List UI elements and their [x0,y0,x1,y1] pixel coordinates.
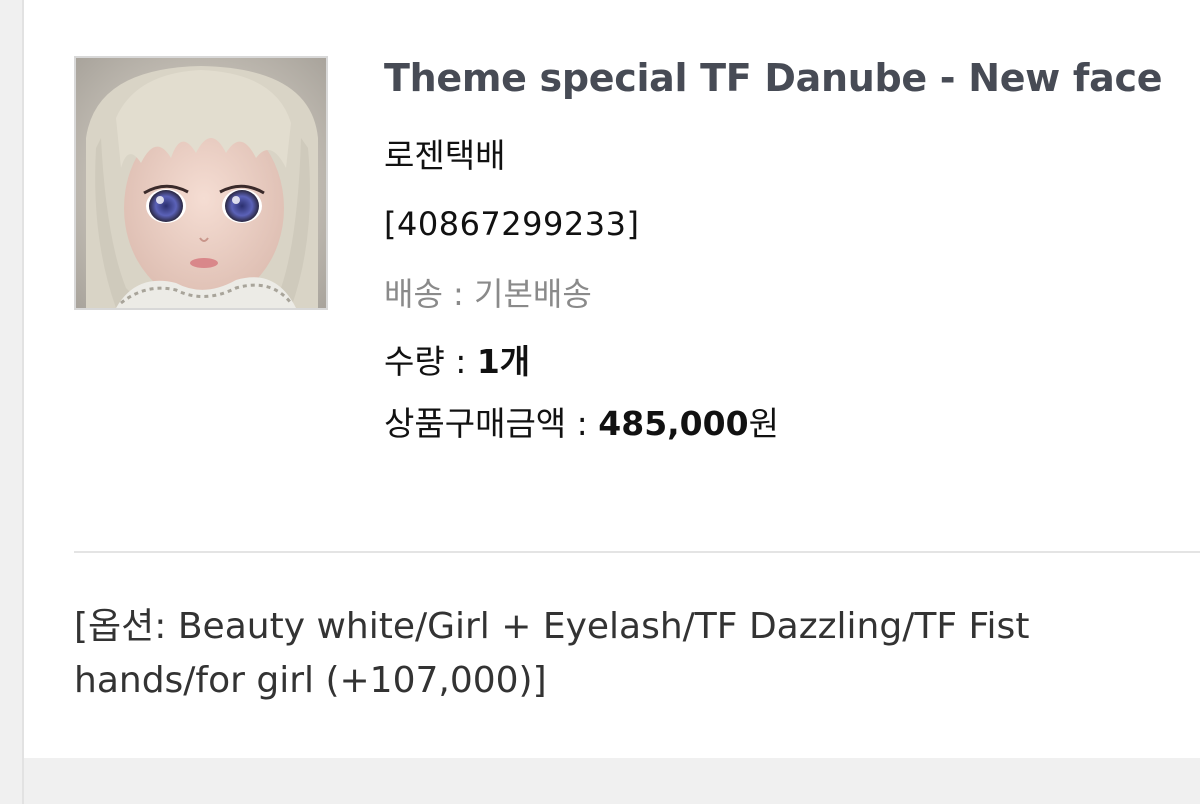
bottom-section [24,758,1200,804]
quantity-label: 수량 : [384,342,477,381]
left-gutter [0,0,24,804]
quantity-value: 1개 [476,342,531,381]
tracking-number[interactable]: [40867299233] [384,204,1184,244]
shipping-method: 배송 : 기본배송 [384,274,1184,314]
amount-label: 상품구매금액 : [384,404,599,443]
shipping-value: 기본배송 [474,275,592,313]
purchase-amount: 상품구매금액 : 485,000원 [384,404,1184,444]
order-item-card: Theme special TF Danube - New face 로젠택배 … [24,0,1200,758]
shipping-label: 배송 : [384,275,475,313]
quantity: 수량 : 1개 [384,342,1184,382]
product-thumbnail[interactable] [74,56,328,310]
doll-image [76,58,326,308]
product-info: Theme special TF Danube - New face 로젠택배 … [384,50,1184,444]
amount-value: 485,000 [598,404,749,443]
divider [74,551,1200,553]
product-options: [옵션: Beauty white/Girl + Eyelash/TF Dazz… [74,606,1030,701]
courier-name: 로젠택배 [384,136,506,175]
amount-unit: 원 [748,404,779,443]
product-title[interactable]: Theme special TF Danube - New face [384,50,1184,106]
